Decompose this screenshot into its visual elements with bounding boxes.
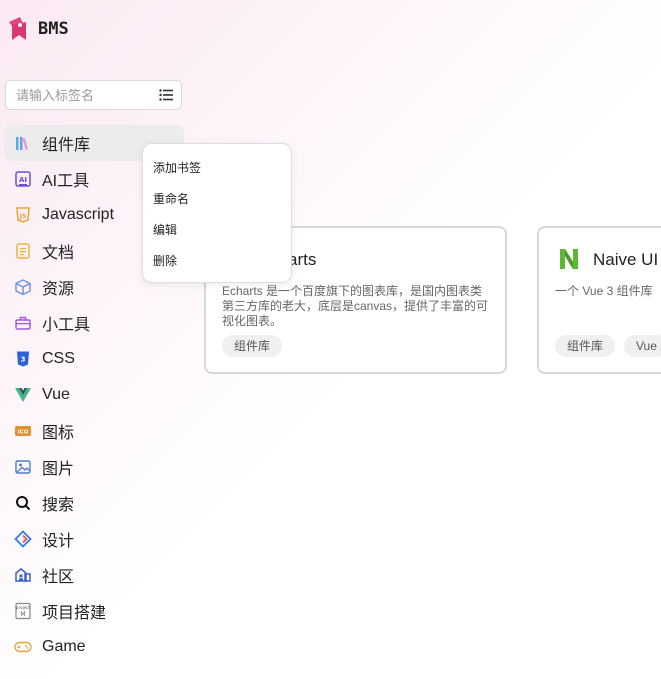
sidebar-item-label: 项目搭建: [42, 605, 107, 622]
sidebar-item-icons[interactable]: ICO 图标: [4, 413, 184, 449]
sidebar-item-design[interactable]: 设计: [4, 521, 184, 557]
svg-text:M: M: [20, 611, 25, 618]
sidebar-item-label: 图片: [42, 461, 75, 478]
document-icon: [14, 242, 32, 260]
card-title: Naive UI: [593, 250, 659, 269]
vue-icon: [14, 386, 32, 404]
sidebar-item-project-setup[interactable]: project M 项目搭建: [4, 593, 184, 629]
svg-text:AI: AI: [19, 176, 27, 184]
sidebar-item-label: 搜索: [42, 497, 75, 514]
card-description: 一个 Vue 3 组件库: [555, 284, 653, 298]
bookmark-logo-icon: [9, 17, 26, 40]
svg-text:project: project: [16, 605, 30, 610]
card-title: arts: [288, 250, 317, 269]
svg-text:ICO: ICO: [18, 430, 29, 436]
project-icon: project M: [14, 602, 32, 620]
books-icon: [14, 134, 32, 152]
ai-icon: AI: [14, 170, 32, 188]
design-icon: [14, 530, 32, 548]
sidebar-item-vue[interactable]: Vue: [4, 377, 184, 413]
card-tag[interactable]: Vue: [624, 335, 661, 357]
community-icon: [14, 566, 32, 584]
search-icon: [14, 494, 32, 512]
card-tag[interactable]: 组件库: [222, 335, 283, 357]
sidebar-item-label: Vue: [42, 386, 70, 403]
css-icon: 3: [14, 350, 32, 368]
sidebar-item-label: 文档: [42, 245, 75, 262]
ico-icon: ICO: [14, 422, 32, 440]
gamepad-icon: [14, 638, 32, 656]
sidebar-item-label: CSS: [42, 350, 75, 367]
toolbox-icon: [14, 314, 32, 332]
image-icon: [14, 458, 32, 476]
tag-search-box: [5, 80, 182, 110]
sidebar-item-label: 图标: [42, 425, 75, 442]
app-title: BMS: [38, 19, 69, 39]
svg-text:3: 3: [21, 356, 26, 364]
tag-search-input[interactable]: [6, 81, 156, 109]
sidebar-item-utilities[interactable]: 小工具: [4, 305, 184, 341]
sidebar-item-css[interactable]: 3 CSS: [4, 341, 184, 377]
sidebar-item-label: 设计: [42, 533, 75, 550]
sidebar-item-label: 小工具: [42, 317, 91, 334]
sidebar-item-label: Javascript: [42, 206, 115, 223]
sidebar-item-community[interactable]: 社区: [4, 557, 184, 593]
cube-icon: [14, 278, 32, 296]
context-menu-rename[interactable]: 重命名: [143, 185, 291, 216]
sidebar-item-search[interactable]: 搜索: [4, 485, 184, 521]
card-tag[interactable]: 组件库: [555, 335, 616, 357]
sidebar-item-game[interactable]: Game: [4, 629, 184, 665]
sidebar-item-label: 组件库: [42, 137, 91, 154]
js-icon: JS: [14, 206, 32, 224]
brand: BMS: [6, 16, 69, 42]
svg-text:JS: JS: [18, 212, 26, 220]
sidebar-item-label: AI工具: [42, 173, 90, 190]
context-menu-delete[interactable]: 删除: [143, 247, 291, 278]
sidebar-item-label: 社区: [42, 569, 75, 586]
sidebar-item-images[interactable]: 图片: [4, 449, 184, 485]
bookmark-card-naive-ui[interactable]: Naive UI 一个 Vue 3 组件库 组件库 Vue: [537, 226, 661, 374]
sidebar-item-label: 资源: [42, 281, 75, 298]
list-icon[interactable]: [159, 88, 173, 102]
naive-ui-logo-icon: [560, 249, 578, 269]
sidebar-item-label: Game: [42, 638, 86, 655]
context-menu-edit[interactable]: 编辑: [143, 216, 291, 247]
context-menu-add-bookmark[interactable]: 添加书签: [143, 154, 291, 185]
card-description: Echarts 是一个百度旗下的图表库，是国内图表类第三方库的老大，底层是can…: [222, 284, 489, 328]
context-menu: 添加书签 重命名 编辑 删除: [142, 143, 292, 283]
